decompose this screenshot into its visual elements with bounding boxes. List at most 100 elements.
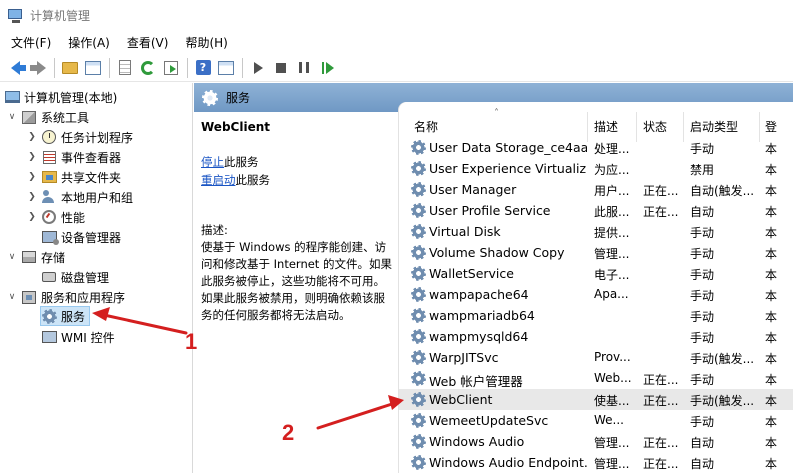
restart-service-button[interactable] [316, 57, 338, 79]
menu-help[interactable]: 帮助(H) [174, 34, 233, 51]
stop-service-button[interactable] [270, 57, 292, 79]
service-row[interactable]: wampmysqld64 手动 本 [399, 326, 793, 347]
collapse-chevron-icon[interactable]: ∨ [6, 252, 18, 262]
tree-item-wmi[interactable]: WMI 控件 [41, 327, 115, 347]
tree-item-services-apps[interactable]: ∨ 服务和应用程序 [6, 287, 125, 307]
service-logon-cell: 本 [765, 415, 778, 429]
service-row[interactable]: User Manager 用户... 正在... 自动(触发... 本 [399, 179, 793, 200]
services-list: ˄ 名称 描述 状态 启动类型 登 User Data Storage_ce4a… [399, 102, 793, 473]
tree-label: 性能 [61, 210, 86, 225]
service-name-cell: WarpJITSvc [429, 350, 499, 365]
service-gear-icon [411, 392, 426, 407]
tree-item-performance[interactable]: ❯ 性能 [26, 207, 85, 227]
start-service-button[interactable] [247, 57, 269, 79]
export-list-button[interactable] [160, 57, 182, 79]
tree-item-event-viewer[interactable]: ❯ 事件查看器 [26, 147, 121, 167]
back-button[interactable] [4, 57, 26, 79]
refresh-button[interactable] [137, 57, 159, 79]
tree-item-services[interactable]: 服务 [40, 306, 91, 326]
service-row[interactable]: WarpJITSvc Prov... 手动(触发... 本 [399, 347, 793, 368]
description-label: 描述: [201, 223, 228, 237]
service-row[interactable]: Volume Shadow Copy 管理... 手动 本 [399, 242, 793, 263]
tree-label: 任务计划程序 [61, 130, 134, 145]
expand-chevron-icon[interactable]: ❯ [26, 212, 38, 222]
show-console-button[interactable] [215, 57, 237, 79]
service-name-cell: Virtual Disk [429, 224, 501, 239]
service-row[interactable]: wampapache64 Apa... 手动 本 [399, 284, 793, 305]
service-row[interactable]: Windows Audio 管理... 正在... 自动 本 [399, 431, 793, 452]
service-description-cell: 管理... [594, 247, 630, 261]
expand-chevron-icon[interactable]: ❯ [26, 152, 38, 162]
service-startup-cell: 自动 [690, 205, 715, 219]
tree-item-task-scheduler[interactable]: ❯ 任务计划程序 [26, 127, 133, 147]
service-row[interactable]: Virtual Disk 提供... 手动 本 [399, 221, 793, 242]
services-header-title: 服务 [226, 91, 251, 105]
service-row[interactable]: WebClient 使基... 正在... 手动(触发... 本 [399, 389, 793, 410]
column-header-status[interactable]: 状态 [643, 118, 667, 135]
service-row[interactable]: User Experience Virtualiz... 为应... 禁用 本 [399, 158, 793, 179]
stop-service-action: 停止此服务 [201, 154, 259, 171]
pause-service-button[interactable] [293, 57, 315, 79]
toolbar: ? [0, 54, 793, 82]
service-name-cell: WebClient [429, 392, 493, 407]
help-button[interactable]: ? [192, 57, 214, 79]
service-row[interactable]: WemeetUpdateSvc We... 手动 本 [399, 410, 793, 431]
service-row[interactable]: User Profile Service 此服... 正在... 自动 本 [399, 200, 793, 221]
menu-view[interactable]: 查看(V) [116, 34, 175, 51]
tree-label: 共享文件夹 [61, 170, 122, 185]
tree-item-local-users[interactable]: ❯ 本地用户和组 [26, 187, 133, 207]
forward-button[interactable] [27, 57, 49, 79]
service-status-cell: 正在... [643, 457, 679, 471]
service-description-cell: 用户... [594, 184, 630, 198]
service-row[interactable]: wampmariadb64 手动 本 [399, 305, 793, 326]
service-startup-cell: 手动 [690, 289, 715, 303]
expand-chevron-icon[interactable]: ❯ [26, 172, 38, 182]
column-header-description[interactable]: 描述 [594, 118, 618, 135]
tree-item-system-tools[interactable]: ∨ 系统工具 [6, 107, 89, 127]
folder-up-icon [62, 61, 78, 74]
service-logon-cell: 本 [765, 205, 778, 219]
tree-item-shared-folders[interactable]: ❯ 共享文件夹 [26, 167, 121, 187]
wmi-icon [41, 331, 57, 343]
service-row[interactable]: User Data Storage_ce4aa... 处理... 手动 本 [399, 137, 793, 158]
tree-item-device-manager[interactable]: 设备管理器 [41, 227, 121, 247]
expand-chevron-icon[interactable]: ❯ [26, 192, 38, 202]
menu-action[interactable]: 操作(A) [57, 34, 116, 51]
tree-item-disk-management[interactable]: 磁盘管理 [41, 267, 109, 287]
stop-link[interactable]: 停止 [201, 155, 224, 169]
service-row[interactable]: Windows Audio Endpoint... 管理... 正在... 自动 本 [399, 452, 793, 473]
service-startup-cell: 手动 [690, 142, 715, 156]
up-one-level-button[interactable] [59, 57, 81, 79]
properties-button[interactable] [114, 57, 136, 79]
collapse-chevron-icon[interactable]: ∨ [6, 292, 18, 302]
expand-chevron-icon[interactable]: ❯ [26, 132, 38, 142]
service-status-cell: 正在... [643, 184, 679, 198]
show-hide-tree-button[interactable] [82, 57, 104, 79]
tree-item-storage[interactable]: ∨ 存储 [6, 247, 65, 267]
properties-icon [119, 60, 131, 75]
service-gear-icon [411, 266, 426, 281]
services-gear-icon [41, 308, 57, 324]
service-status-cell: 正在... [643, 373, 679, 387]
tree-label: 磁盘管理 [61, 270, 110, 285]
column-header-logon[interactable]: 登 [765, 118, 777, 135]
menu-file[interactable]: 文件(F) [0, 34, 57, 51]
annotation-number-2: 2 [282, 420, 295, 445]
service-startup-cell: 手动 [690, 247, 715, 261]
event-log-icon [42, 150, 56, 164]
service-name-cell: User Data Storage_ce4aa... [429, 140, 587, 155]
collapse-chevron-icon[interactable]: ∨ [6, 112, 18, 122]
service-description-cell: Web... [594, 371, 632, 385]
tree-item-root[interactable]: 计算机管理(本地) [4, 87, 117, 107]
column-header-name[interactable]: 名称 [414, 118, 438, 135]
service-row[interactable]: WalletService 电子... 手动 本 [399, 263, 793, 284]
tree-label: 服务 [61, 309, 86, 324]
service-name-cell: Volume Shadow Copy [429, 245, 565, 260]
service-row[interactable]: Web 帐户管理器 Web... 正在... 手动 本 [399, 368, 793, 389]
service-startup-cell: 自动 [690, 436, 715, 450]
service-gear-icon [411, 371, 426, 386]
toolbar-divider [109, 57, 110, 78]
column-header-startup-type[interactable]: 启动类型 [690, 118, 738, 135]
restart-link[interactable]: 重启动 [201, 173, 236, 187]
service-status-cell: 正在... [643, 205, 679, 219]
